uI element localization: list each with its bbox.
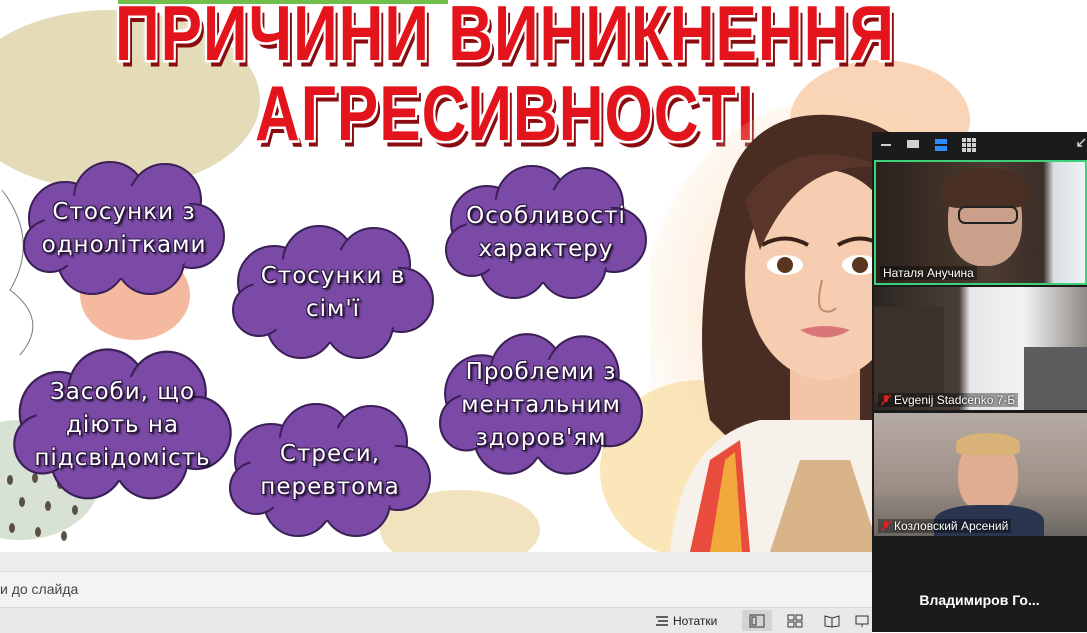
cloud-peer-relations: Стосунки з однолітками <box>20 158 228 300</box>
slide-sorter-button[interactable] <box>780 610 810 631</box>
participant-name: Evgenij Stadcenko 7-Б <box>894 393 1016 407</box>
cloud-stress-fatigue: Стреси, перевтома <box>226 400 434 542</box>
slideshow-icon <box>855 615 869 627</box>
participant-name: Наталя Анучина <box>883 266 974 280</box>
participant-tile[interactable]: Козловский Арсений <box>874 413 1087 536</box>
cloud-mental-health: Проблеми з ментальним здоров'ям <box>436 330 646 480</box>
participant-overflow-name[interactable]: Владимиров Го... <box>872 592 1087 608</box>
cloud-label: Стосунки з однолітками <box>41 199 207 258</box>
participant-tile[interactable]: Evgenij Stadcenko 7-Б <box>874 287 1087 410</box>
participant-name-tag: Наталя Анучина <box>880 266 977 280</box>
notes-pane[interactable]: и до слайда <box>0 571 872 608</box>
room-shelf <box>874 307 944 402</box>
notes-placeholder[interactable]: и до слайда <box>0 581 78 597</box>
reading-view-icon <box>824 614 840 628</box>
participant-name-tag: Козловский Арсений <box>878 519 1012 533</box>
cloud-label: Проблеми з ментальним здоров'ям <box>461 358 621 451</box>
cloud-character-traits: Особливості характеру <box>442 162 650 304</box>
participant-tile-active[interactable]: Наталя Анучина <box>874 160 1087 285</box>
cloud-label: Стреси, перевтома <box>260 441 400 500</box>
glasses <box>958 206 1018 224</box>
participant-name-tag: Evgenij Stadcenko 7-Б <box>878 393 1019 407</box>
notes-icon <box>656 615 668 626</box>
cloud-subconscious-means: Засоби, що діють на підсвідомість <box>10 345 235 505</box>
cloud-label: Засоби, що діють на підсвідомість <box>34 378 211 471</box>
participant-hair <box>942 168 1028 208</box>
exit-fullscreen-icon[interactable] <box>1074 138 1086 150</box>
curtain <box>1024 347 1087 410</box>
participant-hair <box>956 433 1020 455</box>
gallery-view-icon[interactable] <box>962 138 976 152</box>
slide-title-line-1: ПРИЧИНИ ВИНИКНЕННЯ <box>115 0 895 78</box>
minimize-icon[interactable] <box>880 138 892 150</box>
slide-area-gap <box>0 552 872 571</box>
normal-view-button[interactable] <box>742 610 772 631</box>
slide-sorter-icon <box>787 614 803 627</box>
status-bar: Нотатки <box>0 607 872 633</box>
reading-view-button[interactable] <box>817 610 847 631</box>
video-panel: Наталя Анучина Evgenij Stadcenko 7-Б Коз… <box>872 132 1087 632</box>
video-panel-toolbar <box>872 132 1087 160</box>
cloud-label: Стосунки в сім'ї <box>260 263 406 322</box>
notes-toggle-button[interactable]: Нотатки <box>655 611 717 630</box>
slide-progress-strip <box>118 0 448 4</box>
speaker-view-icon[interactable] <box>906 138 920 150</box>
muted-mic-icon <box>881 394 891 406</box>
participant-name: Козловский Арсений <box>894 519 1009 533</box>
cloud-label: Особливості характеру <box>466 203 626 262</box>
cloud-family-relations: Стосунки в сім'ї <box>229 222 437 364</box>
film-strip-icon[interactable] <box>934 138 948 152</box>
presentation-slide: ПРИЧИНИ ВИНИКНЕННЯ АГРЕСИВНОСТІ Стосунки… <box>0 0 1010 552</box>
slideshow-button[interactable] <box>852 610 872 631</box>
notes-toggle-label: Нотатки <box>673 613 718 628</box>
muted-mic-icon <box>881 520 891 532</box>
normal-view-icon <box>749 614 765 627</box>
